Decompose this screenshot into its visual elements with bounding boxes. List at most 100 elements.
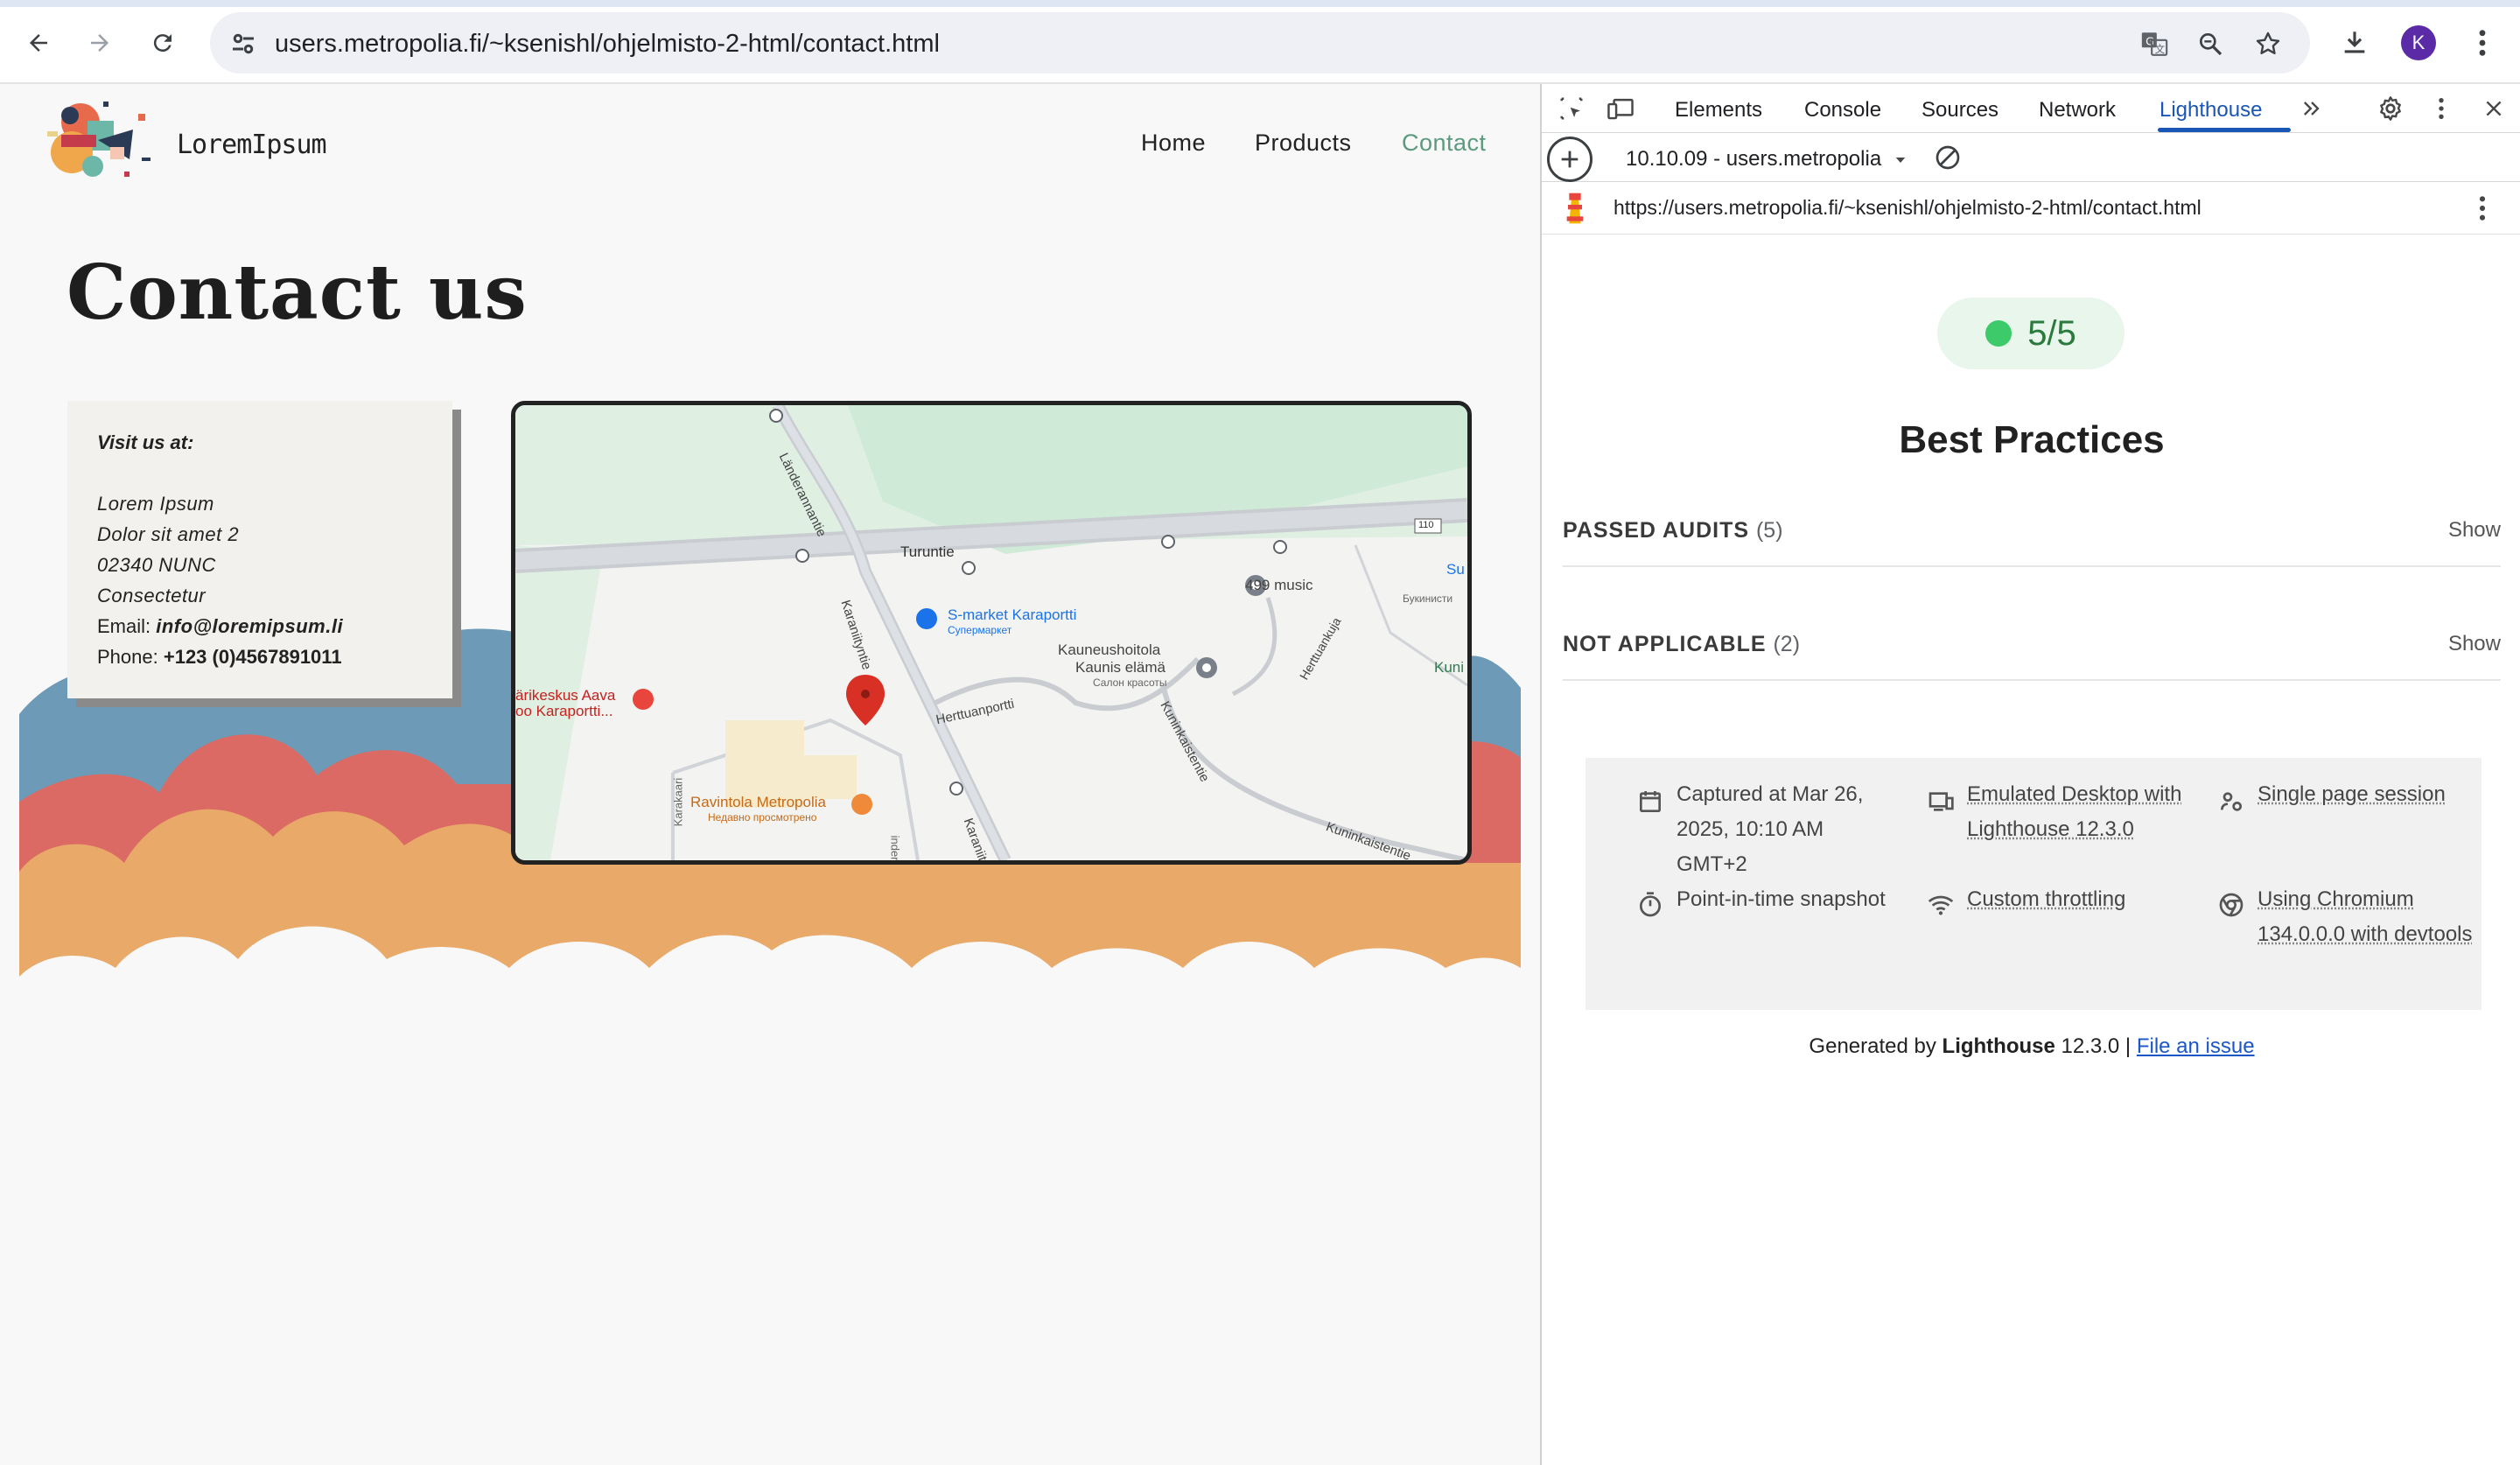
reload-button[interactable]	[144, 21, 182, 65]
svg-text:文: 文	[2155, 43, 2165, 55]
phone-line: Phone: +123 (0)4567891011	[97, 641, 423, 672]
nav-contact[interactable]: Contact	[1402, 130, 1487, 157]
map-label-kauneus[interactable]: Kauneushoitola	[1058, 641, 1160, 659]
report-url-bar: https://users.metropolia.fi/~ksenishl/oh…	[1542, 182, 2520, 235]
map-label-laakari[interactable]: ärikeskus Aava	[515, 687, 615, 704]
session-text: Single page session	[2258, 782, 2446, 806]
file-issue-link[interactable]: File an issue	[2137, 1034, 2255, 1058]
audit-group-count: (2)	[1773, 632, 1801, 656]
settings-gear-icon[interactable]	[2373, 91, 2408, 126]
phone-label: Phone:	[97, 646, 158, 668]
page-title: Contact us	[66, 249, 528, 337]
session-info[interactable]: Single page session	[2258, 777, 2476, 812]
map-label-su: Su	[1446, 561, 1465, 578]
tab-elements[interactable]: Elements	[1675, 98, 1762, 123]
reload-icon	[153, 34, 172, 53]
map-label-bukinist: Букинисти	[1403, 592, 1453, 605]
show-button[interactable]: Show	[2448, 518, 2501, 543]
phone-number[interactable]: +123 (0)4567891011	[164, 646, 342, 668]
browser-menu-icon[interactable]	[2460, 21, 2504, 65]
throttling-info[interactable]: Custom throttling	[1967, 882, 2186, 917]
forward-button[interactable]	[80, 21, 119, 65]
device-toolbar-icon[interactable]	[1603, 91, 1638, 126]
nav-home[interactable]: Home	[1141, 130, 1206, 157]
audit-group-count: (5)	[1755, 518, 1783, 543]
audit-group-label: PASSED AUDITS	[1563, 518, 1750, 543]
tab-sources[interactable]: Sources	[1922, 98, 1998, 123]
footer-tool: Lighthouse	[1942, 1034, 2055, 1058]
session-icon	[2221, 792, 2242, 811]
runtime-settings: Captured at Mar 26, 2025, 10:10 AM GMT+2…	[1586, 758, 2482, 1010]
captured-at: Captured at Mar 26, 2025, 10:10 AM GMT+2	[1676, 782, 1864, 876]
map-label-kauneus2: Kaunis elämä	[1075, 659, 1166, 676]
address-line: Dolor sit amet 2	[97, 523, 240, 545]
devtools-tabbar: Elements Console Sources Network Lightho…	[1542, 84, 2520, 133]
close-devtools-icon[interactable]	[2476, 91, 2511, 126]
chevron-down-icon	[1895, 157, 1906, 163]
chromium-info[interactable]: Using Chromium 134.0.0.0 with devtools	[2258, 882, 2476, 952]
desktop-icon	[1928, 792, 1954, 811]
map-label-road-110: 110	[1418, 520, 1434, 530]
address-line: Lorem Ipsum	[97, 493, 214, 515]
devtools-menu-icon[interactable]	[2424, 91, 2459, 126]
wifi-icon	[1928, 895, 1954, 915]
map-embed[interactable]: Turuntie S-market Karaportti Супермаркет…	[511, 401, 1472, 865]
report-selector-label: 10.10.09 - users.metropolia	[1626, 147, 1882, 171]
map-label-ravintola[interactable]: Ravintola Metropolia	[690, 794, 826, 811]
clear-block-icon[interactable]	[1934, 144, 1962, 176]
chromium-text: Using Chromium 134.0.0.0 with devtools	[2258, 887, 2473, 946]
emulation-text: Emulated Desktop with Lighthouse 12.3.0	[1967, 782, 2182, 841]
calendar-icon	[1640, 791, 1661, 812]
emulation-info[interactable]: Emulated Desktop with Lighthouse 12.3.0	[1967, 777, 2186, 847]
tab-console[interactable]: Console	[1804, 98, 1881, 123]
contact-card: Visit us at: Lorem Ipsum Dolor sit amet …	[67, 401, 452, 698]
audit-group-label: NOT APPLICABLE	[1563, 632, 1767, 656]
map-sublabel-kauneus: Салон красоты	[1093, 676, 1167, 689]
nav-products[interactable]: Products	[1255, 130, 1352, 157]
more-tabs-icon[interactable]	[2294, 91, 2329, 126]
map-label-kuni: Kuni	[1434, 659, 1465, 676]
translate-icon[interactable]: G文	[2137, 26, 2172, 61]
show-button[interactable]: Show	[2448, 632, 2501, 656]
tab-lighthouse[interactable]: Lighthouse	[2160, 98, 2262, 123]
browser-toolbar: users.metropolia.fi/~ksenishl/ohjelmisto…	[0, 0, 2520, 84]
url-text: users.metropolia.fi/~ksenishl/ohjelmisto…	[275, 30, 940, 58]
active-tab-indicator	[2158, 128, 2291, 132]
svg-text:G: G	[2146, 35, 2154, 48]
audit-group-passed[interactable]: PASSED AUDITS (5) Show	[1563, 518, 2501, 567]
email-link[interactable]: info@loremipsum.li	[156, 615, 343, 637]
map-sublabel-ravintola: Недавно просмотрено	[708, 811, 817, 824]
email-label: Email:	[97, 615, 151, 637]
bookmark-star-icon[interactable]	[2250, 26, 2286, 61]
back-button[interactable]	[19, 21, 58, 65]
profile-avatar[interactable]: K	[2401, 25, 2436, 60]
site-settings-icon[interactable]	[228, 28, 259, 60]
report-url: https://users.metropolia.fi/~ksenishl/oh…	[1614, 196, 2202, 219]
audit-group-not-applicable[interactable]: NOT APPLICABLE (2) Show	[1563, 632, 2501, 681]
tab-network[interactable]: Network	[2039, 98, 2116, 123]
chromium-icon	[2219, 893, 2244, 917]
throttling-text: Custom throttling	[1967, 887, 2126, 911]
report-menu-icon[interactable]	[2478, 194, 2487, 227]
address-bar[interactable]: users.metropolia.fi/~ksenishl/ohjelmisto…	[210, 12, 2310, 74]
address-line: Consectetur	[97, 585, 206, 606]
tab-strip	[0, 0, 2520, 7]
category-title: Best Practices	[1899, 418, 2165, 461]
downloads-icon[interactable]	[2333, 21, 2376, 65]
report-selector[interactable]: 10.10.09 - users.metropolia	[1626, 147, 1908, 172]
brand-name[interactable]: LoremIpsum	[177, 130, 327, 160]
inspect-element-icon[interactable]	[1554, 91, 1589, 126]
map-label-smarket[interactable]: S-market Karaportti	[948, 606, 1076, 624]
footer-version: 12.3.0 |	[2061, 1034, 2132, 1058]
map-label-music[interactable]: 499 music	[1245, 577, 1312, 594]
score-badge: 5/5	[1937, 298, 2124, 369]
address-line: 02340 NUNC	[97, 554, 216, 576]
lighthouse-toolbar: 10.10.09 - users.metropolia	[1542, 133, 2520, 182]
map-label-laakari-2: oo Karaportti...	[515, 703, 613, 719]
new-report-plus-icon[interactable]	[1547, 137, 1592, 182]
lighthouse-logo-icon	[1566, 193, 1584, 224]
web-page: LoremIpsum Home Products Contact Contact…	[0, 84, 1540, 1465]
logo-icon[interactable]	[46, 96, 163, 187]
map-label-turuntie: Turuntie	[900, 543, 955, 560]
zoom-icon[interactable]	[2193, 26, 2228, 61]
